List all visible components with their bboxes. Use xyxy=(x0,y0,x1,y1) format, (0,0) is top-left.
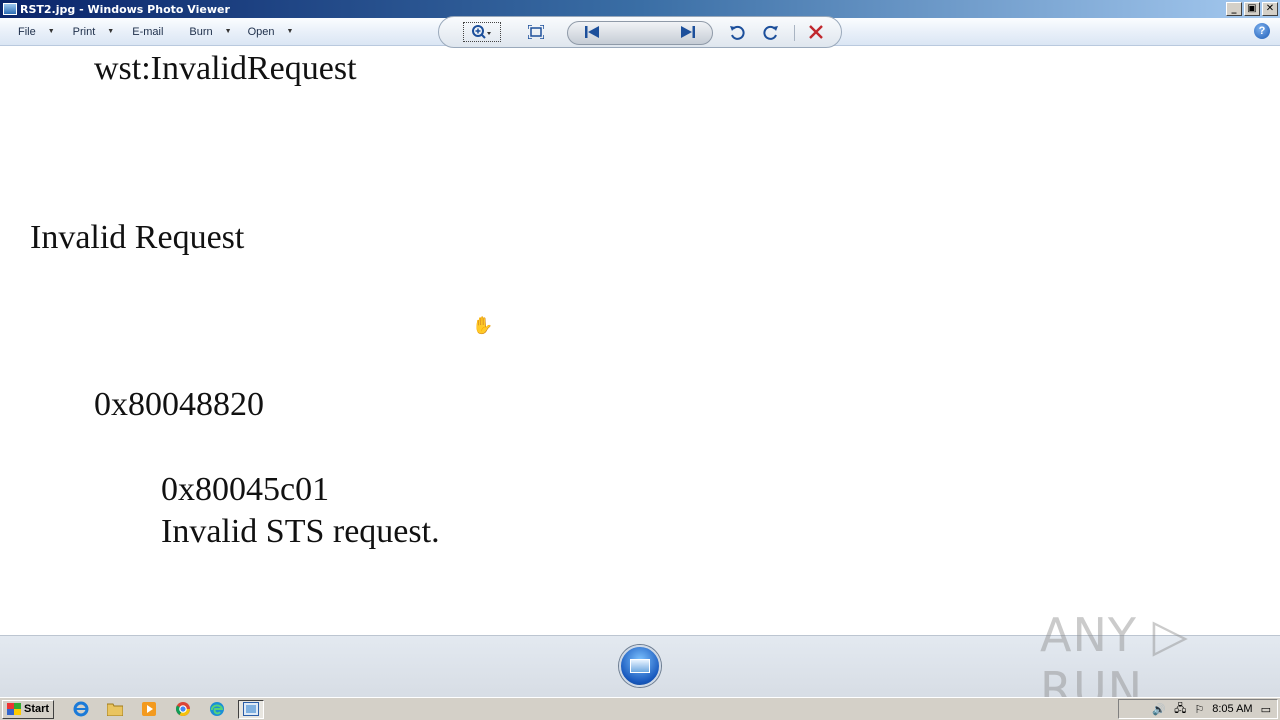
next-icon[interactable] xyxy=(678,22,698,42)
edge-icon[interactable] xyxy=(204,700,230,719)
delete-icon[interactable] xyxy=(806,22,826,42)
zoom-icon[interactable] xyxy=(463,22,501,42)
help-icon[interactable]: ? xyxy=(1254,23,1270,39)
chevron-down-icon: ▼ xyxy=(107,28,115,35)
start-label: Start xyxy=(24,703,50,715)
image-text-line: wst:InvalidRequest xyxy=(94,50,357,87)
previous-icon[interactable] xyxy=(582,22,602,42)
rotate-counterclockwise-icon[interactable] xyxy=(727,22,747,42)
image-canvas[interactable]: wst:InvalidRequest Invalid Request 0x800… xyxy=(0,47,1280,635)
menu-email-label: E-mail xyxy=(132,25,164,38)
chevron-down-icon: ▼ xyxy=(224,28,232,35)
folder-icon[interactable] xyxy=(102,700,128,719)
menu-open-label: Open xyxy=(247,25,275,38)
volume-icon[interactable]: 🔊 xyxy=(1152,703,1166,716)
network-icon[interactable]: 🖧 xyxy=(1174,700,1186,719)
image-text-line: 0x80045c01 xyxy=(161,471,330,508)
image-text-line: Invalid STS request. xyxy=(161,513,440,550)
start-button[interactable]: Start xyxy=(2,699,55,719)
fit-to-window-icon[interactable] xyxy=(525,22,547,42)
rotate-clockwise-icon[interactable] xyxy=(761,22,781,42)
chrome-icon[interactable] xyxy=(170,700,196,719)
ie-icon[interactable] xyxy=(68,700,94,719)
menu-open[interactable]: Open ▼ xyxy=(242,21,300,43)
action-center-flag-icon[interactable]: ⚐ xyxy=(1194,703,1204,716)
menu-file-label: File xyxy=(18,25,36,38)
minimize-button[interactable]: _ xyxy=(1226,2,1242,16)
slideshow-icon[interactable] xyxy=(619,645,661,687)
window-title: RST2.jpg - Windows Photo Viewer xyxy=(20,2,230,16)
quick-launch xyxy=(68,699,265,719)
image-text-line: Invalid Request xyxy=(30,219,245,256)
menu-burn-label: Burn xyxy=(189,25,213,38)
separator xyxy=(794,25,795,41)
menu-print[interactable]: Print ▼ xyxy=(67,21,121,43)
menu-print-label: Print xyxy=(72,25,96,38)
slideshow-screen xyxy=(630,659,650,673)
windows-logo-icon xyxy=(7,703,21,715)
clock[interactable]: 8:05 AM xyxy=(1212,703,1252,715)
photo-viewer-app-icon xyxy=(3,3,17,15)
menu-email[interactable]: E-mail xyxy=(126,21,169,43)
photo-viewer-icon[interactable] xyxy=(238,699,265,719)
show-desktop-icon[interactable]: ▭ xyxy=(1261,703,1271,716)
image-text-line: 0x80048820 xyxy=(94,386,264,423)
taskbar: Start 🔊 🖧 ⚐ 8:05 AM ▭ xyxy=(0,697,1280,720)
hand-cursor-icon: ✋ xyxy=(472,316,494,335)
chevron-down-icon: ▼ xyxy=(47,28,55,35)
restore-button[interactable]: ▣ xyxy=(1244,2,1260,16)
window-controls: _ ▣ ✕ xyxy=(1226,2,1278,16)
media-player-icon[interactable] xyxy=(136,700,162,719)
menu-burn[interactable]: Burn ▼ xyxy=(183,21,237,43)
menu-file[interactable]: File ▼ xyxy=(12,21,61,43)
chevron-down-icon: ▼ xyxy=(286,28,294,35)
system-tray: 🔊 🖧 ⚐ 8:05 AM ▭ xyxy=(1118,699,1278,719)
close-button[interactable]: ✕ xyxy=(1262,2,1278,16)
